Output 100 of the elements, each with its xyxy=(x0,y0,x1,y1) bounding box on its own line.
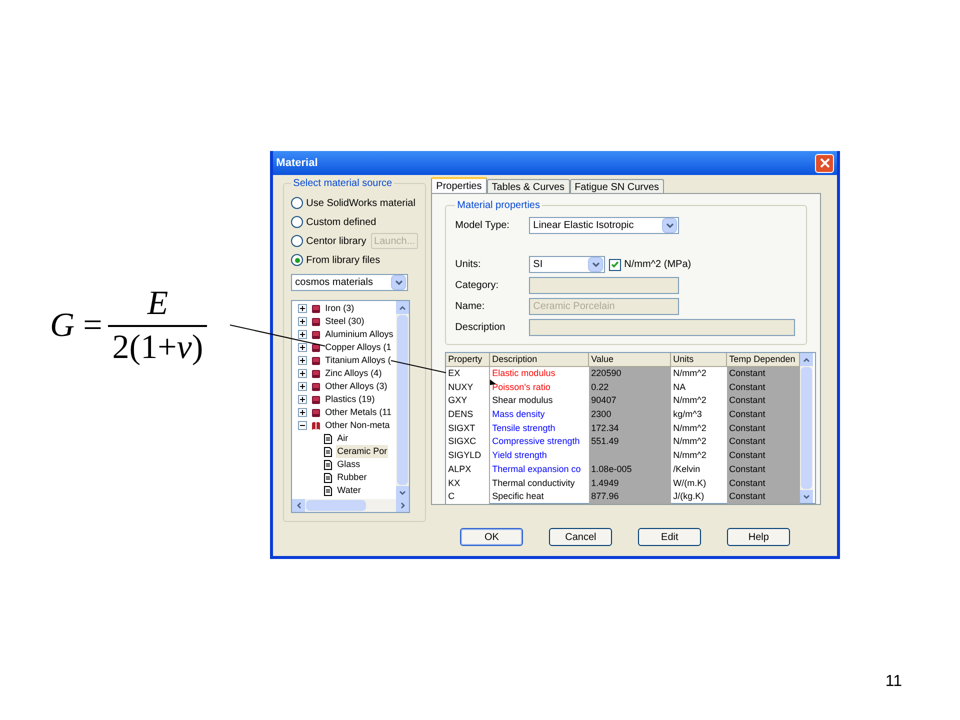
expand-icon[interactable] xyxy=(298,317,308,326)
tree-item[interactable]: Air xyxy=(336,432,350,446)
field-label: Category: xyxy=(455,279,500,293)
tree-item[interactable]: Plastics (19) xyxy=(325,392,375,406)
library-select[interactable]: cosmos materials xyxy=(291,274,408,291)
tab[interactable]: Properties xyxy=(431,177,487,193)
group-legend: Select material source xyxy=(291,176,394,191)
table-cell: NUXY xyxy=(446,380,490,394)
field-label: Description xyxy=(455,321,506,335)
book-icon xyxy=(311,368,322,378)
table-cell: SIGYLD xyxy=(446,449,490,463)
slide-number: 11 xyxy=(885,672,902,692)
column-header[interactable]: Property xyxy=(446,353,490,367)
dialog-button[interactable]: Cancel xyxy=(549,528,612,546)
units-select[interactable]: SI xyxy=(529,256,606,273)
chevron-down-icon xyxy=(394,280,403,285)
field-label: Name: xyxy=(455,300,486,314)
field-label: Units: xyxy=(455,258,482,272)
expand-icon[interactable] xyxy=(298,343,308,352)
tab[interactable]: Fatigue SN Curves xyxy=(570,179,664,193)
description-field[interactable] xyxy=(529,319,796,336)
table-cell: Constant xyxy=(727,380,800,394)
tree-item[interactable]: Titanium Alloys ( xyxy=(325,354,391,368)
group-legend: Material properties xyxy=(455,198,542,213)
dialog-button[interactable]: Help xyxy=(727,528,790,546)
radio-label: Centor library xyxy=(306,234,366,248)
close-button[interactable] xyxy=(815,154,834,172)
table-cell-text: N/mm^2 xyxy=(672,449,708,462)
expand-icon[interactable] xyxy=(298,369,308,378)
expand-icon[interactable] xyxy=(298,304,308,313)
dialog-button[interactable]: OK xyxy=(460,528,524,546)
document-icon xyxy=(324,446,332,456)
tree-item[interactable]: Other Metals (11 xyxy=(325,406,392,420)
dropdown-button[interactable] xyxy=(588,257,604,272)
document-icon xyxy=(324,460,332,470)
chevron-down-icon xyxy=(399,490,406,494)
column-header[interactable]: Temp Dependen xyxy=(727,353,800,367)
book-icon xyxy=(311,316,322,326)
column-header[interactable]: Value xyxy=(589,353,672,367)
tree-item[interactable]: Other Alloys (3) xyxy=(325,380,388,394)
tree-item[interactable]: Glass xyxy=(336,458,362,472)
table-cell-text: Shear modulus xyxy=(491,394,554,408)
table-cell: Constant xyxy=(727,394,800,408)
table-cell: GXY xyxy=(446,394,490,408)
radio-label: From library files xyxy=(306,254,380,268)
table-cell-text: /Kelvin xyxy=(672,462,702,476)
table-cell-text: Elastic modulus xyxy=(491,367,556,380)
tree-item[interactable]: Ceramic Por xyxy=(336,444,388,458)
tree-item[interactable]: Iron (3) xyxy=(325,302,354,316)
radio-button[interactable] xyxy=(291,216,304,228)
chevron-right-icon xyxy=(400,502,405,509)
table-cell: Constant xyxy=(727,408,800,422)
collapse-icon[interactable] xyxy=(298,421,308,430)
radio-button[interactable] xyxy=(291,197,304,209)
document-icon xyxy=(324,434,332,444)
vertical-scrollbar[interactable] xyxy=(396,301,410,499)
table-cell: 1.4949 xyxy=(589,476,672,490)
checkbox-label: N/mm^2 (MPa) xyxy=(624,258,692,272)
table-cell-text: Compressive strength xyxy=(491,435,581,448)
model-type-select[interactable]: Linear Elastic Isotropic xyxy=(529,217,680,234)
table-cell-text: N/mm^2 xyxy=(672,394,708,408)
table-cell-text: N/mm^2 xyxy=(672,435,708,448)
radio-button[interactable] xyxy=(291,235,304,247)
expand-icon[interactable] xyxy=(298,395,308,404)
table-cell-text: NA xyxy=(672,380,687,394)
chevron-up-icon xyxy=(803,358,810,362)
chevron-down-icon xyxy=(592,262,600,267)
expand-icon[interactable] xyxy=(298,356,308,365)
tree-item[interactable]: Copper Alloys (1 xyxy=(325,340,392,354)
tree-item[interactable]: Steel (30) xyxy=(325,314,364,328)
dropdown-button[interactable] xyxy=(391,275,406,290)
table-cell-text: Thermal conductivity xyxy=(491,476,576,490)
check-icon xyxy=(611,261,620,268)
document-icon xyxy=(324,472,332,482)
checkbox[interactable] xyxy=(609,258,622,270)
table-cell: 90407 xyxy=(589,394,672,408)
tree-item[interactable]: Zinc Alloys (4) xyxy=(325,366,382,380)
book-icon xyxy=(311,394,322,404)
vertical-scrollbar[interactable] xyxy=(800,353,814,503)
dialog-button[interactable]: Edit xyxy=(638,528,702,546)
column-header[interactable]: Description xyxy=(490,353,590,367)
tab[interactable]: Tables & Curves xyxy=(486,179,570,193)
book-icon xyxy=(311,382,322,392)
column-header[interactable]: Units xyxy=(671,353,728,367)
horizontal-scrollbar[interactable] xyxy=(292,499,410,512)
book-icon xyxy=(311,304,322,314)
tree-item[interactable]: Aluminium Alloys xyxy=(325,328,394,342)
book-icon xyxy=(311,356,322,366)
table-cell: SIGXT xyxy=(446,422,490,436)
table-cell-text: Yield strength xyxy=(491,449,548,462)
dropdown-button[interactable] xyxy=(662,218,678,233)
tree-item[interactable]: Rubber xyxy=(336,470,368,484)
document-icon xyxy=(324,486,332,496)
field-label: Model Type: xyxy=(455,219,510,233)
category-field[interactable] xyxy=(529,277,680,294)
expand-icon[interactable] xyxy=(298,408,308,417)
expand-icon[interactable] xyxy=(298,330,308,339)
radio-button[interactable] xyxy=(291,254,304,266)
expand-icon[interactable] xyxy=(298,382,308,391)
tree-item[interactable]: Water xyxy=(336,484,362,498)
